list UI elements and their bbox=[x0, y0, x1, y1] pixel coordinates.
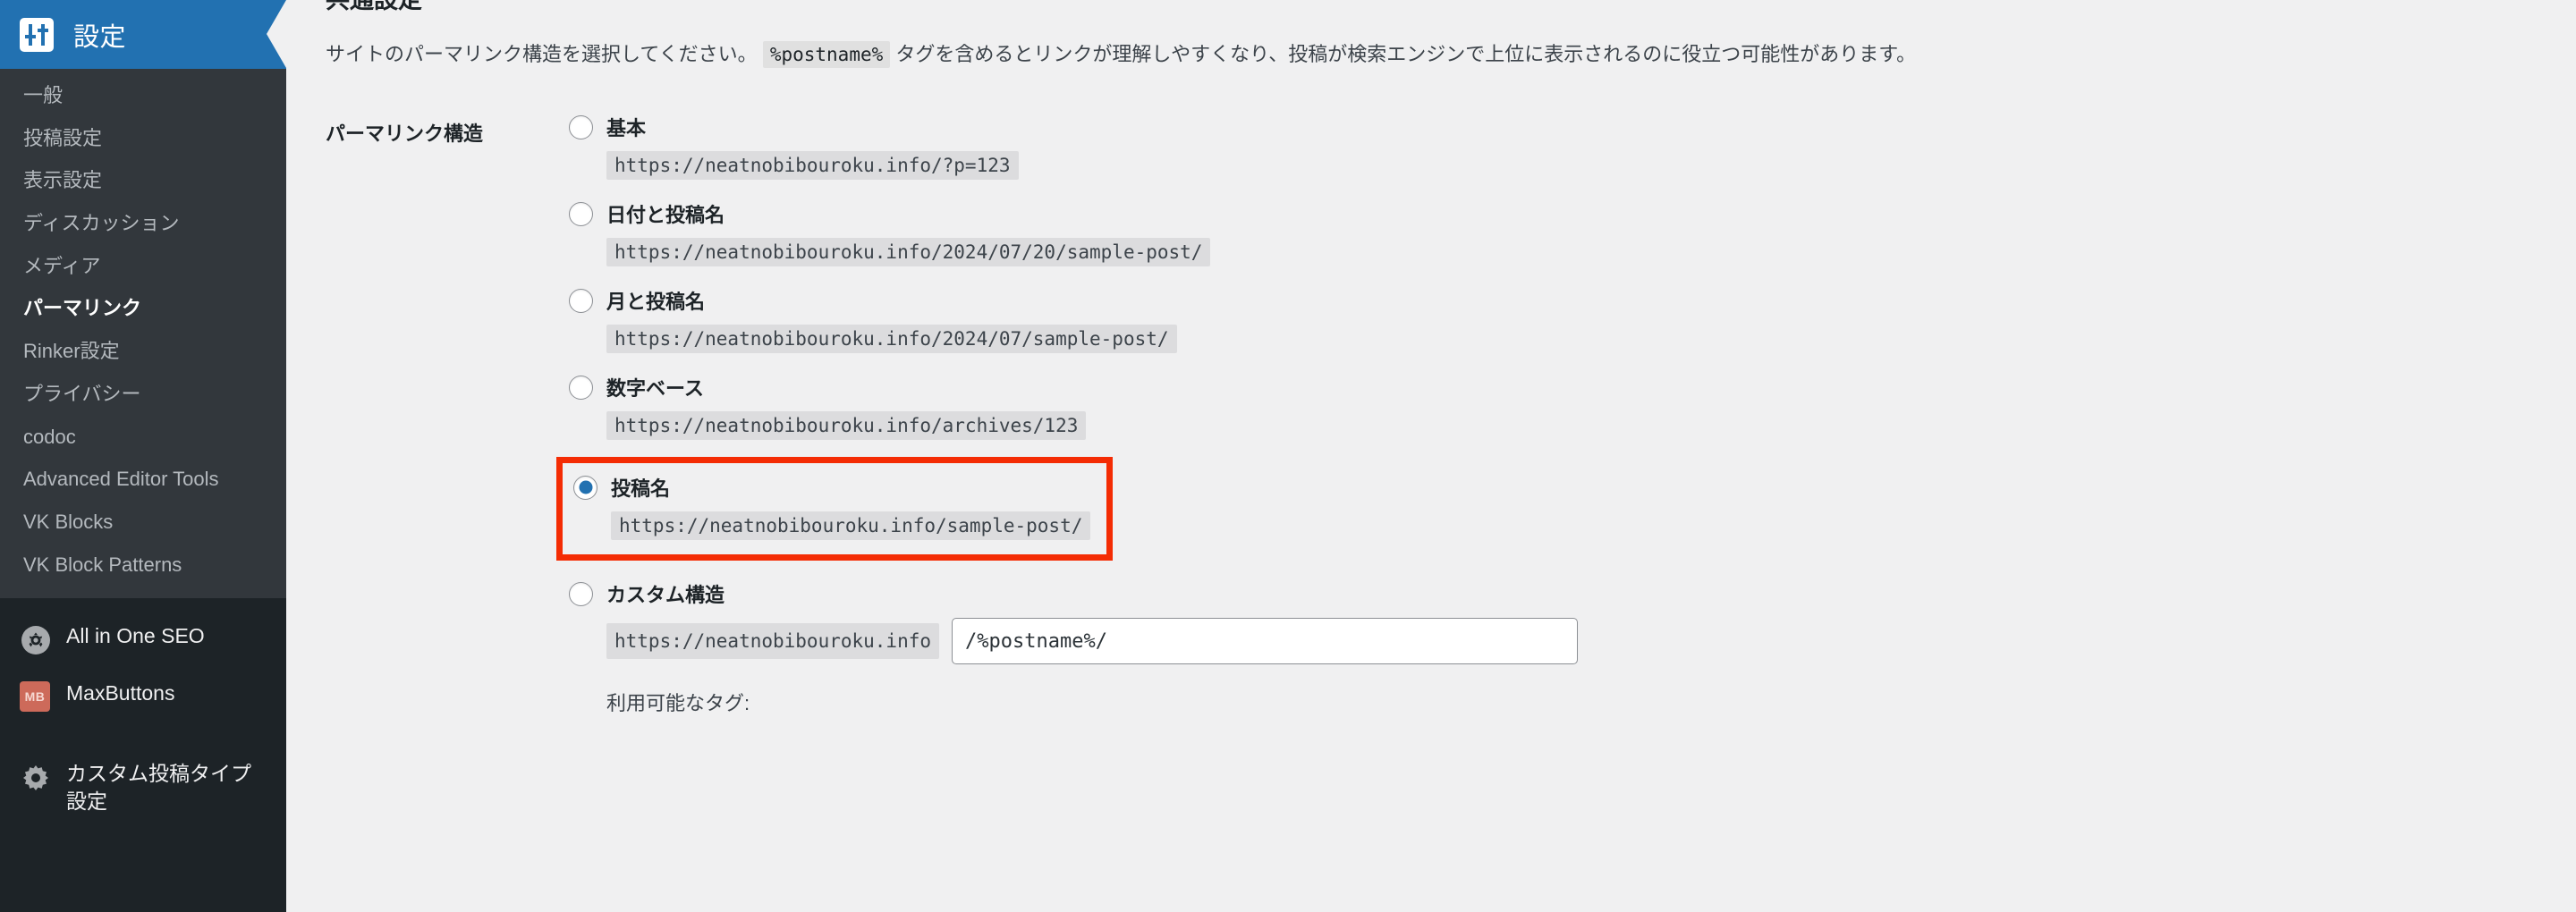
radio-month-and-name[interactable] bbox=[569, 288, 593, 313]
permalink-structure-label: パーマリンク構造 bbox=[326, 122, 484, 146]
radio-numeric[interactable] bbox=[569, 375, 593, 400]
sidebar-item-privacy[interactable]: プライバシー bbox=[0, 373, 286, 416]
sidebar-item-general[interactable]: 一般 bbox=[0, 74, 286, 117]
option-label: 月と投稿名 bbox=[606, 291, 706, 314]
radio-day-and-name[interactable] bbox=[569, 201, 593, 226]
option-label: 数字ベース bbox=[606, 377, 704, 401]
sidebar-item-label: All in One SEO bbox=[66, 624, 205, 648]
description-text-before: サイトのパーマリンク構造を選択してください。 bbox=[326, 42, 758, 65]
sidebar-item-advanced-editor-tools[interactable]: Advanced Editor Tools bbox=[0, 458, 286, 501]
option-label: カスタム構造 bbox=[606, 584, 725, 607]
postname-tag-code: %postname% bbox=[762, 40, 891, 68]
permalink-description: サイトのパーマリンク構造を選択してください。 %postname% タグを含める… bbox=[326, 39, 2576, 70]
gear-icon bbox=[20, 762, 52, 794]
option-url-plain: https://neatnobibouroku.info/?p=123 bbox=[606, 151, 1019, 181]
option-url-day-and-name: https://neatnobibouroku.info/2024/07/20/… bbox=[606, 238, 1211, 267]
option-label: 投稿名 bbox=[611, 477, 671, 501]
sidebar-bottom-menu: All in One SEO MB MaxButtons カスタム投稿タイプ設定 bbox=[0, 598, 286, 826]
sidebar-header-notch-icon bbox=[267, 0, 286, 68]
sidebar-item-maxbuttons[interactable]: MB MaxButtons bbox=[0, 668, 286, 725]
available-tags-label: 利用可能なタグ: bbox=[606, 692, 750, 715]
permalink-structure-options: 基本 https://neatnobibouroku.info/?p=123 日… bbox=[556, 114, 1579, 737]
main-content: 共通設定 サイトのパーマリンク構造を選択してください。 %postname% タ… bbox=[286, 0, 2576, 912]
custom-structure-input[interactable] bbox=[952, 618, 1579, 665]
wordpress-permalink-settings-page: 設定 一般 投稿設定 表示設定 ディスカッション メディア パーマリンク Rin… bbox=[0, 0, 2576, 912]
radio-post-name[interactable] bbox=[573, 475, 597, 500]
sidebar-submenu: 一般 投稿設定 表示設定 ディスカッション メディア パーマリンク Rinker… bbox=[0, 69, 286, 599]
description-text-after: タグを含めるとリンクが理解しやすくなり、投稿が検索エンジンで上位に表示されるのに… bbox=[895, 42, 1917, 65]
sidebar-item-permalinks[interactable]: パーマリンク bbox=[0, 287, 286, 330]
option-post-name-highlighted[interactable]: 投稿名 https://neatnobibouroku.info/sample-… bbox=[556, 457, 1114, 562]
sidebar-item-reading[interactable]: 表示設定 bbox=[0, 159, 286, 202]
option-day-and-name[interactable]: 日付と投稿名 https://neatnobibouroku.info/2024… bbox=[569, 200, 1578, 267]
settings-sliders-icon bbox=[20, 17, 54, 52]
sidebar-item-custom-post-type-settings[interactable]: カスタム投稿タイプ設定 bbox=[0, 748, 286, 826]
sidebar-item-label: カスタム投稿タイプ設定 bbox=[66, 762, 251, 813]
option-numeric[interactable]: 数字ベース https://neatnobibouroku.info/archi… bbox=[569, 374, 1578, 441]
gear-circle-icon bbox=[20, 624, 52, 656]
sidebar-header-settings[interactable]: 設定 bbox=[0, 0, 286, 69]
permalink-structure-row: パーマリンク構造 基本 https://neatnobibouroku.info… bbox=[326, 114, 2576, 737]
sidebar-item-discussion[interactable]: ディスカッション bbox=[0, 202, 286, 245]
option-month-and-name[interactable]: 月と投稿名 https://neatnobibouroku.info/2024/… bbox=[569, 287, 1578, 354]
maxbuttons-badge-icon: MB bbox=[20, 681, 52, 714]
radio-plain[interactable] bbox=[569, 114, 593, 139]
option-label: 基本 bbox=[606, 117, 647, 140]
sidebar-item-codoc[interactable]: codoc bbox=[0, 416, 286, 459]
option-plain[interactable]: 基本 https://neatnobibouroku.info/?p=123 bbox=[569, 114, 1578, 181]
option-label: 日付と投稿名 bbox=[606, 204, 725, 227]
admin-sidebar: 設定 一般 投稿設定 表示設定 ディスカッション メディア パーマリンク Rin… bbox=[0, 0, 286, 912]
option-url-post-name: https://neatnobibouroku.info/sample-post… bbox=[611, 511, 1091, 541]
maxbuttons-badge-text: MB bbox=[20, 681, 50, 713]
sidebar-item-all-in-one-seo[interactable]: All in One SEO bbox=[0, 611, 286, 668]
custom-structure-prefix: https://neatnobibouroku.info bbox=[606, 623, 940, 660]
custom-structure-row: https://neatnobibouroku.info bbox=[606, 618, 1579, 665]
option-custom-structure[interactable]: カスタム構造 https://neatnobibouroku.info 利用可能… bbox=[569, 580, 1579, 716]
sidebar-item-vk-block-patterns[interactable]: VK Block Patterns bbox=[0, 544, 286, 587]
sidebar-item-label: MaxButtons bbox=[66, 681, 175, 705]
page-title: 共通設定 bbox=[326, 0, 422, 13]
radio-custom-structure[interactable] bbox=[569, 581, 593, 606]
sidebar-item-media[interactable]: メディア bbox=[0, 245, 286, 288]
option-url-month-and-name: https://neatnobibouroku.info/2024/07/sam… bbox=[606, 325, 1177, 354]
sidebar-header-title: 設定 bbox=[73, 22, 127, 52]
sidebar-item-writing[interactable]: 投稿設定 bbox=[0, 117, 286, 160]
sidebar-item-rinker[interactable]: Rinker設定 bbox=[0, 330, 286, 373]
option-url-numeric: https://neatnobibouroku.info/archives/12… bbox=[606, 411, 1087, 441]
sidebar-item-vk-blocks[interactable]: VK Blocks bbox=[0, 501, 286, 544]
